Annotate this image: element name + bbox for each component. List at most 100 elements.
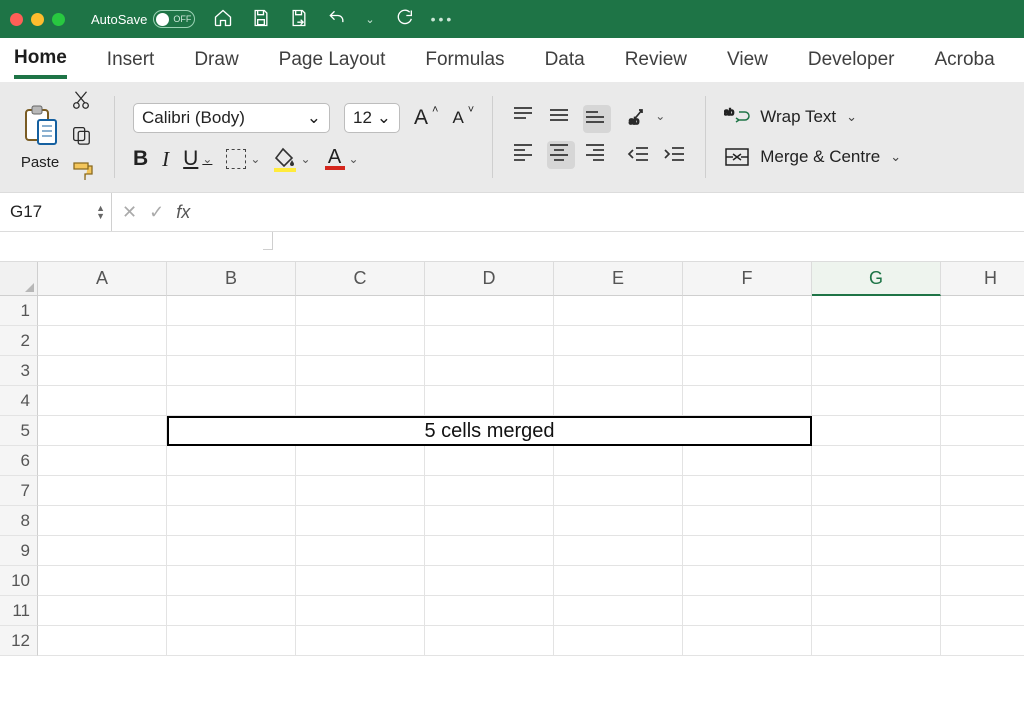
cell[interactable] <box>683 326 812 356</box>
underline-button[interactable]: U ⌄ <box>183 147 212 171</box>
cell[interactable] <box>296 596 425 626</box>
cell[interactable] <box>812 446 941 476</box>
cell[interactable] <box>167 536 296 566</box>
cell[interactable] <box>683 536 812 566</box>
row-header[interactable]: 9 <box>0 536 38 566</box>
font-name-select[interactable]: Calibri (Body) ⌄ <box>133 103 330 133</box>
cell[interactable] <box>683 296 812 326</box>
cell[interactable] <box>167 596 296 626</box>
cell[interactable] <box>683 626 812 656</box>
cell[interactable] <box>425 536 554 566</box>
cell[interactable] <box>812 356 941 386</box>
cell[interactable] <box>554 566 683 596</box>
cell[interactable] <box>38 536 167 566</box>
save-as-icon[interactable] <box>289 8 309 31</box>
redo-icon[interactable] <box>393 8 413 31</box>
cell[interactable] <box>941 596 1024 626</box>
cell[interactable] <box>554 626 683 656</box>
tab-insert[interactable]: Insert <box>107 43 155 77</box>
cell[interactable] <box>812 296 941 326</box>
cell[interactable] <box>683 596 812 626</box>
cell[interactable] <box>38 596 167 626</box>
cell[interactable] <box>812 326 941 356</box>
cell[interactable] <box>296 626 425 656</box>
cell[interactable] <box>941 626 1024 656</box>
cell[interactable] <box>425 566 554 596</box>
cell[interactable] <box>941 356 1024 386</box>
align-bottom-icon[interactable] <box>583 105 611 133</box>
align-left-icon[interactable] <box>511 141 539 169</box>
cell[interactable] <box>425 446 554 476</box>
row-header[interactable]: 7 <box>0 476 38 506</box>
cell[interactable] <box>812 596 941 626</box>
cell[interactable] <box>941 446 1024 476</box>
borders-button[interactable]: ⌄ <box>226 149 260 169</box>
tab-developer[interactable]: Developer <box>808 43 895 77</box>
cell[interactable] <box>941 476 1024 506</box>
cell[interactable] <box>941 536 1024 566</box>
cell[interactable] <box>38 416 167 446</box>
row-header[interactable]: 3 <box>0 356 38 386</box>
maximize-window-button[interactable] <box>52 13 65 26</box>
column-header[interactable]: E <box>554 262 683 296</box>
cell[interactable] <box>683 566 812 596</box>
save-icon[interactable] <box>251 8 271 31</box>
column-header[interactable]: H <box>941 262 1024 296</box>
cell[interactable] <box>812 536 941 566</box>
cell[interactable] <box>38 326 167 356</box>
cell[interactable] <box>167 476 296 506</box>
cell[interactable] <box>167 356 296 386</box>
decrease-indent-icon[interactable] <box>627 144 651 169</box>
cell-grid[interactable]: // will be filled by JS below for brevit… <box>38 296 1024 656</box>
fill-color-button[interactable]: ⌄ <box>274 147 310 172</box>
fx-icon[interactable]: fx <box>176 202 190 223</box>
cell[interactable] <box>296 446 425 476</box>
align-center-icon[interactable] <box>547 141 575 169</box>
tab-acrobat[interactable]: Acroba <box>934 43 994 77</box>
cell[interactable] <box>941 416 1024 446</box>
cell[interactable] <box>38 506 167 536</box>
align-right-icon[interactable] <box>583 141 611 169</box>
cell[interactable] <box>425 506 554 536</box>
column-header[interactable]: D <box>425 262 554 296</box>
tab-view[interactable]: View <box>727 43 768 77</box>
row-header[interactable]: 6 <box>0 446 38 476</box>
merge-centre-button[interactable]: Merge & Centre ⌄ <box>724 146 901 168</box>
formula-input[interactable] <box>200 193 1024 231</box>
enter-formula-icon[interactable]: ✓ <box>149 202 164 223</box>
cell[interactable] <box>296 326 425 356</box>
home-icon[interactable] <box>213 8 233 31</box>
cell[interactable] <box>554 296 683 326</box>
font-color-button[interactable]: A ⌄ <box>325 149 359 170</box>
tab-data[interactable]: Data <box>545 43 585 77</box>
row-header[interactable]: 11 <box>0 596 38 626</box>
row-header[interactable]: 4 <box>0 386 38 416</box>
autosave-control[interactable]: AutoSave OFF <box>91 10 195 28</box>
increase-font-icon[interactable]: A˄ <box>414 106 438 130</box>
column-header[interactable]: B <box>167 262 296 296</box>
cell[interactable] <box>812 626 941 656</box>
name-box-stepper[interactable]: ▲▼ <box>96 204 105 220</box>
minimize-window-button[interactable] <box>31 13 44 26</box>
cell[interactable] <box>683 386 812 416</box>
tab-pagelayout[interactable]: Page Layout <box>279 43 386 77</box>
cell[interactable] <box>812 386 941 416</box>
cell[interactable] <box>167 386 296 416</box>
increase-indent-icon[interactable] <box>663 144 687 169</box>
cell[interactable] <box>38 446 167 476</box>
cell[interactable] <box>167 566 296 596</box>
cell[interactable] <box>941 326 1024 356</box>
column-header[interactable]: C <box>296 262 425 296</box>
cell[interactable] <box>941 386 1024 416</box>
tab-formulas[interactable]: Formulas <box>425 43 504 77</box>
wrap-text-button[interactable]: ab Wrap Text ⌄ <box>724 106 901 128</box>
cell[interactable] <box>683 446 812 476</box>
cell[interactable] <box>425 626 554 656</box>
undo-dropdown-icon[interactable]: ⌄ <box>365 13 374 26</box>
cell[interactable] <box>425 386 554 416</box>
more-commands-icon[interactable]: ••• <box>431 11 455 27</box>
row-header[interactable]: 2 <box>0 326 38 356</box>
close-window-button[interactable] <box>10 13 23 26</box>
select-all-corner[interactable] <box>0 262 38 296</box>
cell[interactable] <box>554 596 683 626</box>
